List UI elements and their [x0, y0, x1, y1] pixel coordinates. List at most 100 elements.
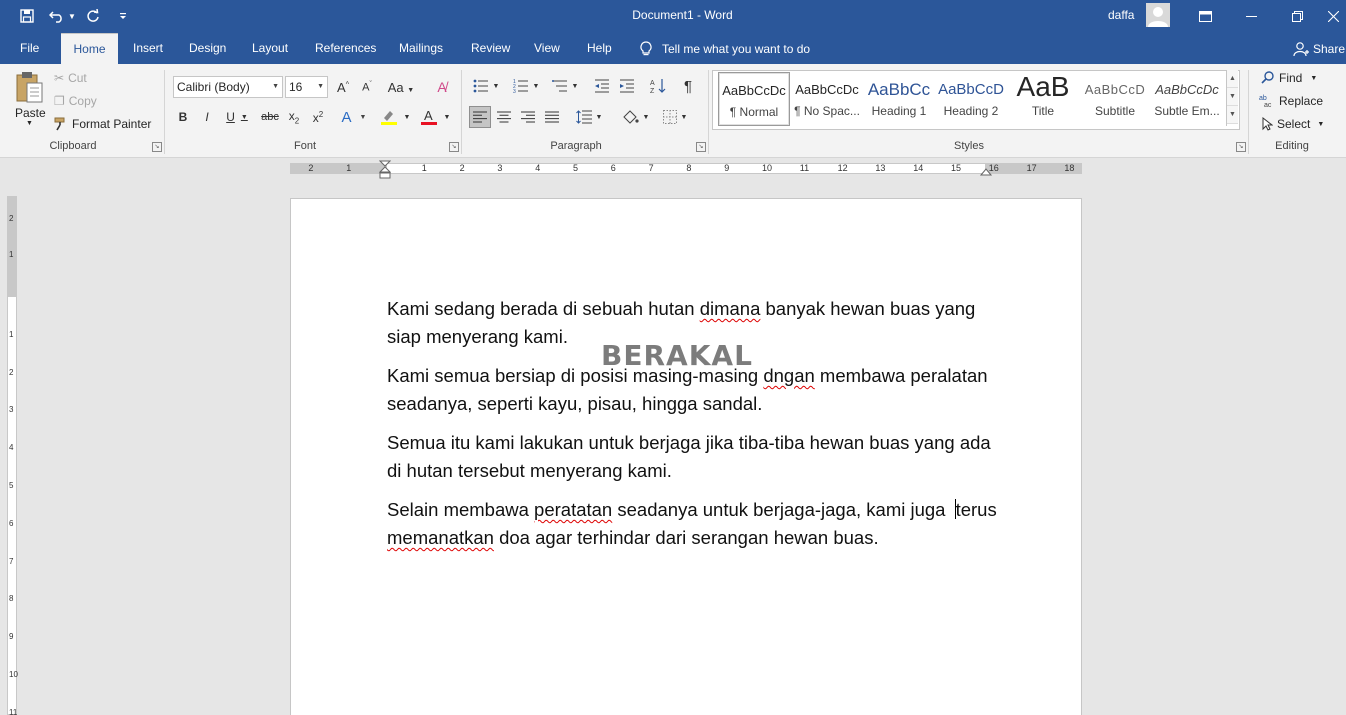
styles-scroll-down-icon[interactable]: ▼ [1227, 88, 1238, 106]
minimize-button[interactable] [1228, 0, 1274, 33]
right-indent-marker-icon[interactable] [980, 166, 992, 176]
bold-button[interactable]: B [175, 108, 191, 126]
save-button[interactable] [14, 5, 40, 27]
svg-text:A: A [424, 108, 433, 123]
tab-insert[interactable]: Insert [133, 33, 163, 64]
tab-home[interactable]: Home [61, 33, 118, 64]
document-body[interactable]: Kami sedang berada di sebuah hutan diman… [387, 295, 997, 563]
replace-button[interactable]: ab ac Replace [1259, 94, 1323, 108]
tab-file[interactable]: File [20, 33, 39, 64]
user-name[interactable]: daffa [1108, 8, 1134, 22]
increase-indent-button[interactable] [617, 76, 637, 96]
style-preview: AaBbCc [867, 80, 931, 99]
paste-label[interactable]: Paste [15, 106, 46, 120]
customize-qat-button[interactable] [110, 5, 136, 27]
sort-button[interactable]: AZ [648, 76, 668, 96]
text-effects-button[interactable]: A ▼ [338, 108, 370, 126]
tab-review[interactable]: Review [471, 33, 510, 64]
subscript-button[interactable]: x2 [285, 108, 303, 126]
font-size-combo[interactable]: 16 ▼ [285, 76, 328, 98]
align-center-button[interactable] [494, 106, 514, 128]
tab-layout[interactable]: Layout [252, 33, 288, 64]
style-no-spacing[interactable]: AaBbCcDc ¶ No Spac... [791, 72, 863, 126]
redo-button[interactable] [80, 5, 106, 27]
superscript-button[interactable]: x2 [309, 108, 327, 126]
styles-scroll-up-icon[interactable]: ▲ [1227, 70, 1238, 88]
font-launcher-icon[interactable]: ↘ [449, 142, 459, 152]
tab-view[interactable]: View [534, 33, 560, 64]
misspelled-word[interactable]: dimana [700, 298, 761, 319]
line-spacing-button[interactable]: ▼ [572, 106, 606, 128]
tab-design[interactable]: Design [189, 33, 226, 64]
document-paragraph[interactable]: Selain membawa peratatan seadanya untuk … [387, 496, 997, 552]
horizontal-ruler[interactable]: 2 1 1 2 3 4 5 6 7 8 9 10 11 12 13 14 15 16 17 18 [290, 163, 1082, 174]
tab-references[interactable]: References [315, 33, 376, 64]
document-page[interactable]: BERAKAL Kami sedang berada di sebuah hut… [290, 198, 1082, 715]
vertical-ruler[interactable]: 2 1 1 2 3 4 5 6 7 8 9 10 11 [7, 196, 18, 715]
align-right-button[interactable] [518, 106, 538, 128]
underline-button[interactable]: U ▼ [222, 108, 252, 126]
styles-more-icon[interactable]: ▼ [1227, 106, 1238, 124]
italic-icon: I [205, 110, 209, 124]
misspelled-word[interactable]: peratatan [534, 499, 612, 520]
select-button[interactable]: Select ▼ [1261, 117, 1324, 131]
misspelled-word[interactable]: dngan [763, 365, 814, 386]
decrease-indent-button[interactable] [592, 76, 612, 96]
multilevel-list-button[interactable]: ▼ [548, 76, 582, 96]
document-paragraph[interactable]: Kami semua bersiap di posisi masing-masi… [387, 362, 997, 418]
cut-button[interactable]: ✂ Cut [54, 71, 87, 85]
numbering-button[interactable]: 1 2 3 ▼ [509, 76, 543, 96]
shrink-font-button[interactable]: Aˇ [358, 78, 376, 96]
align-left-button[interactable] [469, 106, 491, 128]
ribbon-display-options-button[interactable] [1182, 0, 1228, 33]
styles-launcher-icon[interactable]: ↘ [1236, 142, 1246, 152]
chevron-down-icon: ▼ [1317, 120, 1325, 128]
style-subtitle[interactable]: AaBbCcD Subtitle [1079, 72, 1151, 126]
strikethrough-button[interactable]: abc [260, 108, 280, 126]
tab-mailings[interactable]: Mailings [399, 33, 443, 64]
style-heading-2[interactable]: AaBbCcD Heading 2 [935, 72, 1007, 126]
style-heading-1[interactable]: AaBbCc Heading 1 [863, 72, 935, 126]
paste-dropdown-icon[interactable]: ▼ [26, 120, 33, 127]
tab-help[interactable]: Help [587, 33, 612, 64]
justify-button[interactable] [542, 106, 562, 128]
style-normal[interactable]: AaBbCcDc ¶ Normal [718, 72, 790, 126]
style-subtle-emphasis[interactable]: AaBbCcDc Subtle Em... [1151, 72, 1223, 126]
show-formatting-button[interactable]: ¶ [678, 76, 698, 96]
shading-button[interactable]: ▼ [617, 106, 653, 128]
multilevel-list-icon [551, 80, 567, 92]
restore-button[interactable] [1274, 0, 1320, 33]
document-paragraph[interactable]: Semua itu kami lakukan untuk berjaga jik… [387, 429, 997, 485]
copy-button[interactable]: ❐ Copy [54, 94, 97, 108]
style-preview: AaBbCcD [1084, 82, 1146, 97]
user-avatar[interactable] [1146, 3, 1170, 27]
misspelled-word[interactable]: memanatkan [387, 527, 494, 548]
clipboard-launcher-icon[interactable]: ↘ [152, 142, 162, 152]
italic-button[interactable]: I [199, 108, 215, 126]
document-paragraph[interactable]: Kami sedang berada di sebuah hutan diman… [387, 295, 997, 351]
bullets-button[interactable]: ▼ [470, 76, 502, 96]
clear-formatting-button[interactable]: A̸ [432, 78, 452, 96]
tell-me-box[interactable]: Tell me what you want to do [640, 33, 810, 64]
paragraph-launcher-icon[interactable]: ↘ [696, 142, 706, 152]
font-name-combo[interactable]: Calibri (Body) ▼ [173, 76, 283, 98]
indent-marker-icon[interactable] [379, 160, 391, 180]
undo-dropdown-icon[interactable]: ▼ [68, 12, 76, 21]
ruler-number: 2 [308, 163, 314, 173]
close-button[interactable] [1320, 0, 1346, 33]
borders-button[interactable]: ▼ [658, 106, 692, 128]
paste-button[interactable] [14, 70, 46, 106]
highlight-color-button[interactable]: ▼ [378, 108, 412, 126]
scissors-icon: ✂ [54, 71, 65, 85]
style-title[interactable]: AaB Title [1007, 72, 1079, 126]
share-button[interactable]: Share [1293, 33, 1345, 64]
vertical-ruler-number: 7 [9, 556, 14, 566]
undo-button[interactable] [44, 5, 70, 27]
search-icon [1261, 71, 1274, 84]
chevron-down-icon: ▼ [272, 83, 279, 90]
change-case-button[interactable]: Aa ▼ [386, 78, 416, 96]
format-painter-button[interactable]: Format Painter [54, 117, 151, 131]
font-color-button[interactable]: A ▼ [418, 108, 452, 126]
find-button[interactable]: Find ▼ [1261, 71, 1317, 85]
grow-font-button[interactable]: A^ [334, 78, 352, 96]
